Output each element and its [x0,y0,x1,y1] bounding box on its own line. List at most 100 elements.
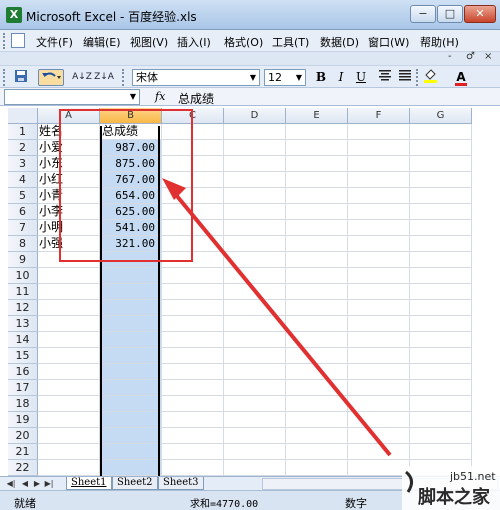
cell-e3[interactable] [286,156,348,172]
menu-help[interactable]: 帮助(H) [420,34,459,50]
row-header[interactable]: 6 [8,204,38,220]
cell-f6[interactable] [348,204,410,220]
cell-c9[interactable] [162,252,224,268]
sheet-tab-2[interactable]: Sheet2 [112,477,158,490]
cell-g13[interactable] [410,316,472,332]
cell-g11[interactable] [410,284,472,300]
cell-e18[interactable] [286,396,348,412]
row-header[interactable]: 18 [8,396,38,412]
cell-f12[interactable] [348,300,410,316]
cell-b13[interactable] [100,316,162,332]
cell-d12[interactable] [224,300,286,316]
cell-f4[interactable] [348,172,410,188]
cell-g12[interactable] [410,300,472,316]
cell-d15[interactable] [224,348,286,364]
cell-a10[interactable] [38,268,100,284]
chevron-down-icon[interactable]: ▼ [247,70,259,85]
cell-c7[interactable] [162,220,224,236]
bold-button[interactable]: B [312,69,330,86]
underline-button[interactable]: U [352,69,370,86]
column-header-b[interactable]: B [100,108,162,124]
cell-f16[interactable] [348,364,410,380]
cell-c8[interactable] [162,236,224,252]
row-header[interactable]: 20 [8,428,38,444]
cell-f13[interactable] [348,316,410,332]
workbook-icon[interactable] [11,33,25,48]
cell-b12[interactable] [100,300,162,316]
cell-d19[interactable] [224,412,286,428]
cell-g6[interactable] [410,204,472,220]
cell-f17[interactable] [348,380,410,396]
cell-c5[interactable] [162,188,224,204]
cell-d8[interactable] [224,236,286,252]
row-header[interactable]: 16 [8,364,38,380]
row-header[interactable]: 21 [8,444,38,460]
column-header-f[interactable]: F [348,108,410,124]
row-header[interactable]: 5 [8,188,38,204]
cell-e19[interactable] [286,412,348,428]
row-header[interactable]: 22 [8,460,38,476]
cell-a16[interactable] [38,364,100,380]
cell-c21[interactable] [162,444,224,460]
maximize-button[interactable]: □ [437,5,463,23]
formula-input[interactable]: 总成绩 [178,90,214,107]
cell-a15[interactable] [38,348,100,364]
cell-f9[interactable] [348,252,410,268]
cell-g14[interactable] [410,332,472,348]
cell-g8[interactable] [410,236,472,252]
cell-a7[interactable]: 小明 [38,220,100,236]
cell-e22[interactable] [286,460,348,476]
cell-e2[interactable] [286,140,348,156]
last-sheet-icon[interactable]: ▶| [44,478,54,490]
cell-f22[interactable] [348,460,410,476]
cell-g9[interactable] [410,252,472,268]
name-box[interactable]: ▼ [4,89,140,105]
menu-file[interactable]: 文件(F) [36,34,73,50]
cell-g7[interactable] [410,220,472,236]
cell-a17[interactable] [38,380,100,396]
cell-g20[interactable] [410,428,472,444]
cell-g3[interactable] [410,156,472,172]
cell-c6[interactable] [162,204,224,220]
doc-minimize-button[interactable]: - [448,51,452,62]
cell-c3[interactable] [162,156,224,172]
column-header-g[interactable]: G [410,108,472,124]
cell-a14[interactable] [38,332,100,348]
column-header-e[interactable]: E [286,108,348,124]
sort-descending-button[interactable]: Z↓A [94,69,114,86]
row-header[interactable]: 10 [8,268,38,284]
cell-a6[interactable]: 小李 [38,204,100,220]
cell-e13[interactable] [286,316,348,332]
menu-insert[interactable]: 插入(I) [177,34,211,50]
cell-d4[interactable] [224,172,286,188]
cell-a3[interactable]: 小东 [38,156,100,172]
cell-d22[interactable] [224,460,286,476]
cell-d21[interactable] [224,444,286,460]
row-header[interactable]: 4 [8,172,38,188]
menu-data[interactable]: 数据(D) [320,34,359,50]
cell-b2[interactable]: 987.00 [100,140,162,156]
cell-e17[interactable] [286,380,348,396]
cell-f1[interactable] [348,124,410,140]
cell-f10[interactable] [348,268,410,284]
cell-a22[interactable] [38,460,100,476]
cell-a5[interactable]: 小青 [38,188,100,204]
minimize-button[interactable]: − [410,5,436,23]
sort-ascending-button[interactable]: A↓Z [72,69,92,86]
cell-f7[interactable] [348,220,410,236]
cell-f11[interactable] [348,284,410,300]
cell-c16[interactable] [162,364,224,380]
cell-e6[interactable] [286,204,348,220]
cell-b6[interactable]: 625.00 [100,204,162,220]
cell-c15[interactable] [162,348,224,364]
cell-a9[interactable] [38,252,100,268]
cell-b9[interactable] [100,252,162,268]
cell-d18[interactable] [224,396,286,412]
font-name-select[interactable]: 宋体 ▼ [132,69,260,86]
cell-b10[interactable] [100,268,162,284]
cell-e21[interactable] [286,444,348,460]
cell-d9[interactable] [224,252,286,268]
cell-c12[interactable] [162,300,224,316]
cell-d13[interactable] [224,316,286,332]
cell-e8[interactable] [286,236,348,252]
